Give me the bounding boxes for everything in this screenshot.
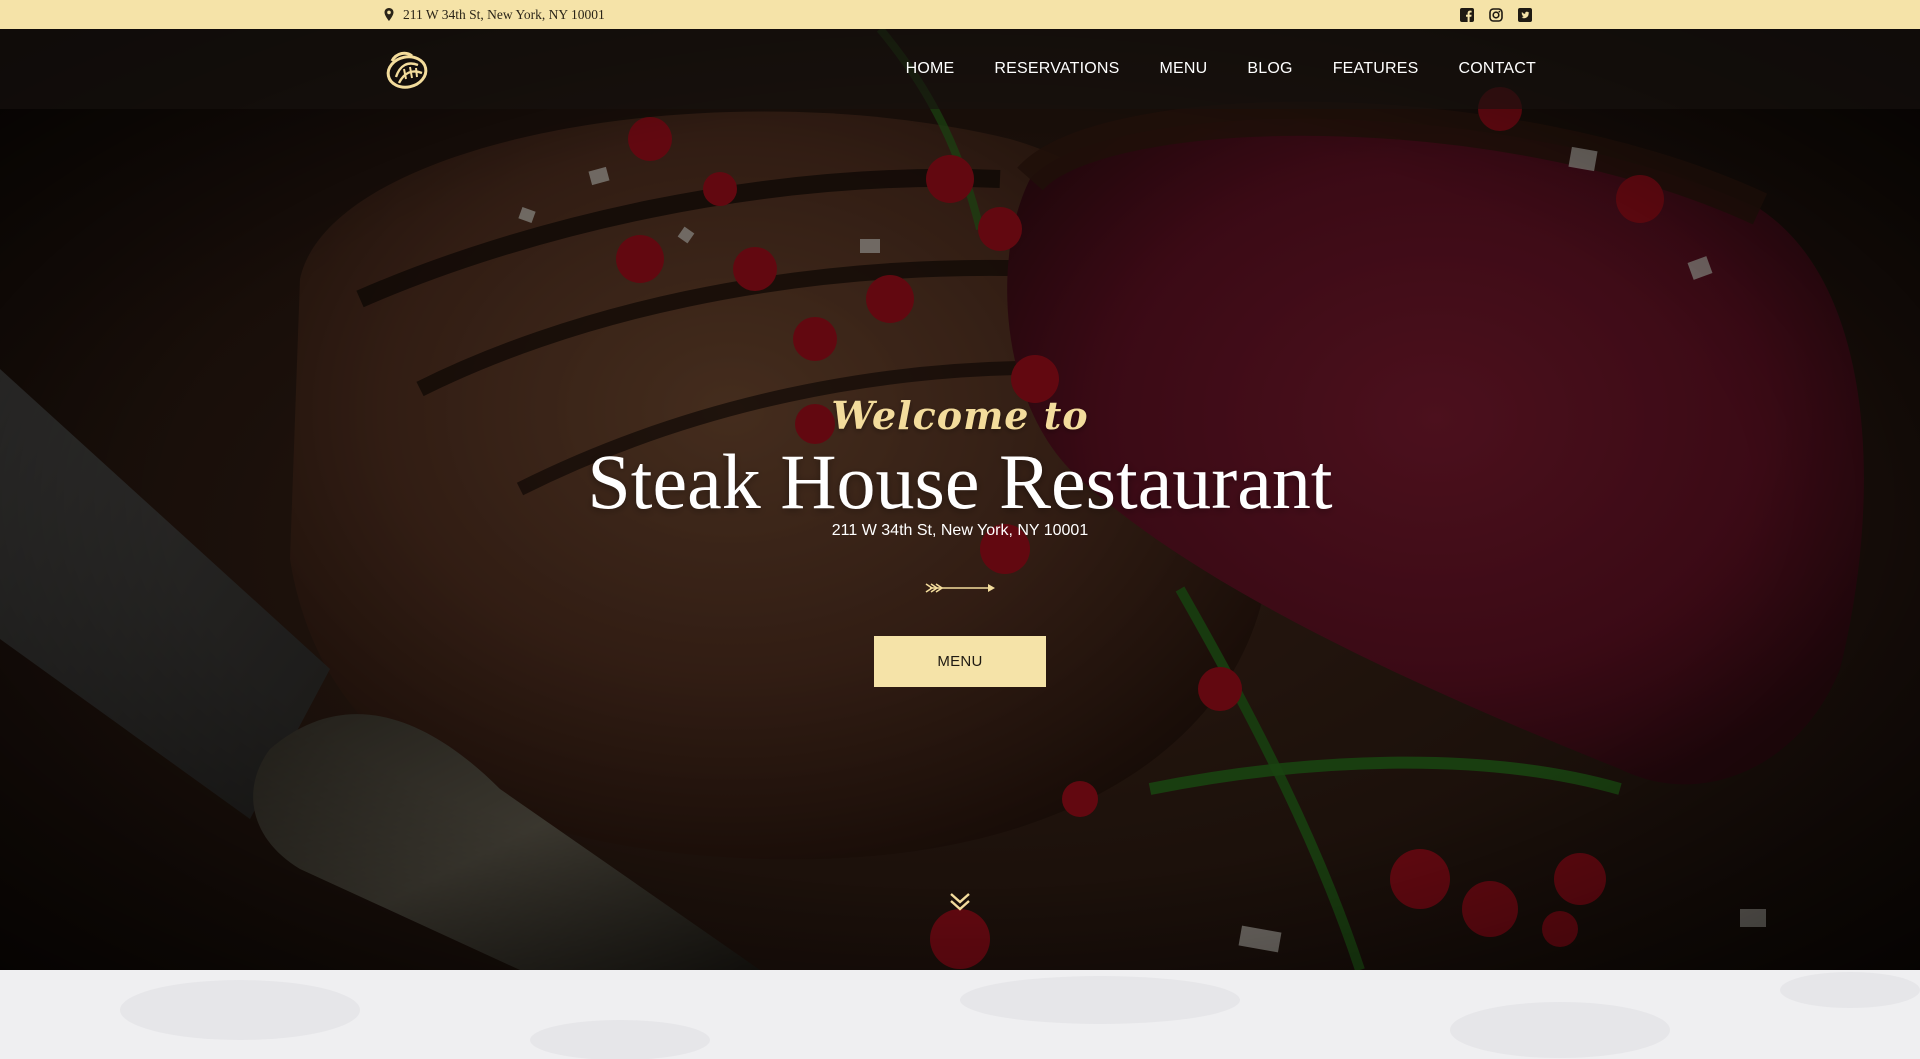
hero-address: 211 W 34th St, New York, NY 10001: [831, 522, 1089, 539]
next-section-background: [0, 970, 1920, 1059]
primary-nav: HOME RESERVATIONS MENU BLOG FEATURES CON…: [906, 29, 1536, 109]
nav-home[interactable]: HOME: [906, 60, 955, 78]
double-chevron-down-icon[interactable]: [948, 890, 972, 914]
hero-welcome-text: Welcome to: [831, 393, 1089, 438]
steakhouse-logo[interactable]: [382, 47, 430, 91]
paper-texture: [0, 970, 1920, 1059]
nav-contact[interactable]: CONTACT: [1458, 60, 1536, 78]
arrow-divider-icon: [925, 583, 995, 593]
topbar-address: 211 W 34th St, New York, NY 10001: [384, 0, 605, 29]
social-links: [1460, 0, 1532, 29]
topbar-address-text: 211 W 34th St, New York, NY 10001: [403, 6, 605, 22]
menu-button[interactable]: MENU: [874, 636, 1046, 687]
instagram-icon[interactable]: [1489, 7, 1503, 22]
map-pin-icon: [384, 8, 394, 21]
nav-menu[interactable]: MENU: [1160, 60, 1208, 78]
nav-features[interactable]: FEATURES: [1333, 60, 1419, 78]
hero-section: Welcome to Steak House Restaurant 211 W …: [0, 29, 1920, 970]
nav-blog[interactable]: BLOG: [1247, 60, 1292, 78]
hero-title: Steak House Restaurant: [587, 438, 1333, 525]
main-navbar: HOME RESERVATIONS MENU BLOG FEATURES CON…: [0, 29, 1920, 109]
twitter-icon[interactable]: [1518, 7, 1532, 22]
facebook-icon[interactable]: [1460, 7, 1474, 22]
top-info-bar: 211 W 34th St, New York, NY 10001: [0, 0, 1920, 29]
nav-reservations[interactable]: RESERVATIONS: [994, 60, 1119, 78]
